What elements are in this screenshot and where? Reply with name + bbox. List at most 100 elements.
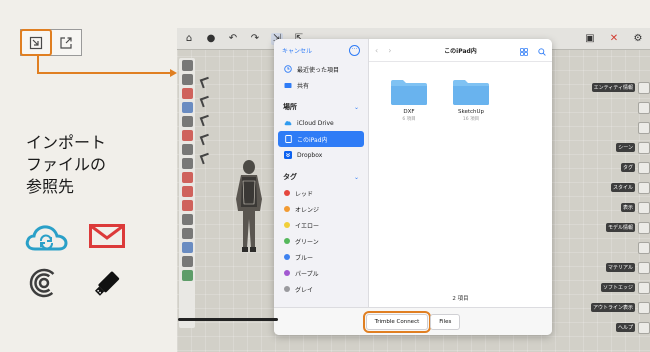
folder-item[interactable]: SketchUp 16 項目 xyxy=(451,78,491,122)
tag-label: オレンジ xyxy=(295,206,320,214)
view-icon[interactable]: ▣ xyxy=(584,32,596,44)
settings-icon[interactable]: ⚙ xyxy=(632,32,644,44)
home-icon[interactable]: ⌂ xyxy=(183,33,195,45)
places-section-header[interactable]: 場所 ⌄ xyxy=(274,99,368,115)
tool-icon[interactable] xyxy=(181,116,193,127)
browser-header: ‹ › このiPad内 xyxy=(369,39,552,61)
tape-tool-icon[interactable] xyxy=(181,228,193,239)
panel-help[interactable]: ヘルプ xyxy=(580,318,650,337)
sidebar-item-tag[interactable]: イエロー xyxy=(274,217,368,233)
cursor-icon[interactable] xyxy=(199,95,212,108)
forward-icon[interactable]: › xyxy=(388,46,391,55)
sidebar-item-dropbox[interactable]: Dropbox xyxy=(274,147,368,163)
account-icon[interactable]: ● xyxy=(205,33,217,45)
export-button[interactable] xyxy=(51,30,81,55)
search-icon[interactable] xyxy=(538,41,546,60)
tab-trimble-connect[interactable]: Trimble Connect xyxy=(362,310,432,333)
tool-icon[interactable] xyxy=(181,60,193,71)
tool-icon[interactable] xyxy=(181,214,193,225)
cursor-icon[interactable] xyxy=(199,152,212,165)
panel-display[interactable]: 表示 xyxy=(580,198,650,217)
folder-item[interactable]: DXF 6 項目 xyxy=(389,78,429,122)
cancel-button[interactable]: キャンセル xyxy=(282,46,312,55)
circle-tool-icon[interactable] xyxy=(181,158,193,169)
panel-materials[interactable]: マテリアル xyxy=(580,258,650,277)
panel-icon xyxy=(638,261,650,274)
sidebar-item-tag[interactable]: ブルー xyxy=(274,249,368,265)
shared-folder-icon xyxy=(284,81,292,89)
eraser-tool-icon[interactable] xyxy=(181,88,193,99)
panel-icon xyxy=(638,121,650,134)
callout-arrow xyxy=(170,69,177,77)
panel-icon xyxy=(638,301,650,314)
airdrop-icon xyxy=(29,268,59,298)
tag-label: レッド xyxy=(295,190,314,198)
import-sources-caption: インポート ファイルの 参照先 xyxy=(26,133,107,196)
undo-icon[interactable]: ↶ xyxy=(227,33,239,45)
sidebar-item-on-ipad[interactable]: このiPad内 xyxy=(278,131,364,147)
redo-icon[interactable]: ↷ xyxy=(249,33,261,45)
sidebar-item-tag[interactable]: レッド xyxy=(274,185,368,201)
file-picker-dialog: キャンセル ··· 最近使った項目 共有 場所 ⌄ iCloud Drive この… xyxy=(274,39,552,335)
panel-icon xyxy=(638,241,650,254)
tool-icon[interactable] xyxy=(181,102,193,113)
tag-color-dot-icon xyxy=(284,286,290,292)
folder-icon xyxy=(453,80,489,105)
tag-label: パープル xyxy=(295,270,319,278)
cursor-icon[interactable] xyxy=(199,133,212,146)
tab-files[interactable]: Files xyxy=(430,313,461,330)
grid-view-icon[interactable] xyxy=(520,41,528,60)
panel-item[interactable] xyxy=(580,98,650,117)
sidebar-item-tag[interactable]: オレンジ xyxy=(274,201,368,217)
panel-icon xyxy=(638,201,650,214)
tags-list: レッドオレンジイエロー グリーン ブルーパープルグレイ xyxy=(274,185,368,297)
pan-tool-icon[interactable] xyxy=(181,256,193,267)
icloud-icon xyxy=(25,225,68,251)
sidebar-header: キャンセル ··· xyxy=(274,39,368,61)
sidebar-item-tag[interactable]: パープル xyxy=(274,265,368,281)
panel-item[interactable] xyxy=(580,118,650,137)
import-button[interactable] xyxy=(20,29,52,56)
panel-item[interactable] xyxy=(580,238,650,257)
xray-icon[interactable]: ✕ xyxy=(608,32,620,44)
tool-options xyxy=(199,76,213,218)
sidebar-item-tag[interactable]: グレイ xyxy=(274,281,368,297)
rectangle-tool-icon[interactable] xyxy=(181,144,193,155)
zoom-tool-icon[interactable] xyxy=(181,270,193,281)
panel-scenes[interactable]: シーン xyxy=(580,138,650,157)
panel-tags[interactable]: タグ xyxy=(580,158,650,177)
panel-styles[interactable]: スタイル xyxy=(580,178,650,197)
push-pull-tool-icon[interactable] xyxy=(181,172,193,183)
pencil-tool-icon[interactable] xyxy=(181,130,193,141)
cursor-icon[interactable] xyxy=(199,76,212,89)
sidebar-item-icloud[interactable]: iCloud Drive xyxy=(274,115,368,131)
tag-color-dot-icon xyxy=(284,270,290,276)
sidebar-item-recents[interactable]: 最近使った項目 xyxy=(274,61,368,77)
home-indicator xyxy=(178,318,278,321)
scale-figure xyxy=(236,160,262,252)
panel-icon xyxy=(638,161,650,174)
panel-outliner[interactable]: アウトライン表示 xyxy=(580,298,650,317)
folder-count: 16 項目 xyxy=(462,117,480,122)
panel-icon xyxy=(638,221,650,234)
select-tool-icon[interactable] xyxy=(181,74,193,85)
callout-line xyxy=(37,56,39,73)
move-tool-icon[interactable] xyxy=(181,186,193,197)
back-icon[interactable]: ‹ xyxy=(375,46,378,55)
cursor-icon[interactable] xyxy=(199,114,212,127)
rotate-tool-icon[interactable] xyxy=(181,200,193,211)
tools-palette xyxy=(179,58,195,328)
orbit-tool-icon[interactable] xyxy=(181,242,193,253)
panel-entity-info[interactable]: エンティティ情報 xyxy=(580,78,650,97)
panel-model-info[interactable]: モデル情報 xyxy=(580,218,650,237)
tag-color-dot-icon xyxy=(284,222,290,228)
more-icon[interactable]: ··· xyxy=(349,44,360,56)
import-export-toolbar xyxy=(20,29,82,56)
file-browser: ‹ › このiPad内 DXF 6 項目 SketchUp 16 項目 2 項目 xyxy=(369,39,552,307)
sidebar-item-tag[interactable]: グリーン xyxy=(274,233,368,249)
tags-section-header[interactable]: タグ ⌄ xyxy=(274,169,368,185)
file-picker-sidebar: キャンセル ··· 最近使った項目 共有 場所 ⌄ iCloud Drive この… xyxy=(274,39,369,307)
sidebar-item-shared[interactable]: 共有 xyxy=(274,77,368,93)
panel-soften-edges[interactable]: ソフトエッジ xyxy=(580,278,650,297)
history-nav: ‹ › xyxy=(375,46,391,55)
